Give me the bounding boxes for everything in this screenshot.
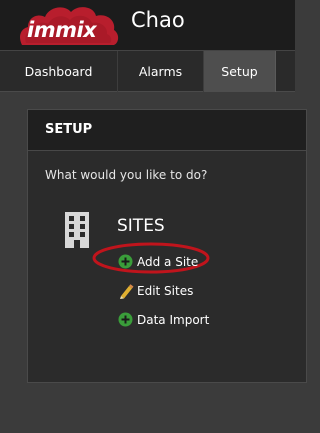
nav-more	[276, 51, 295, 92]
main-nav: Dashboard Alarms Setup	[0, 50, 295, 92]
add-site-label: Add a Site	[137, 255, 199, 269]
plus-circle-icon	[118, 312, 133, 331]
plus-circle-icon	[118, 254, 133, 273]
edit-sites-label: Edit Sites	[137, 284, 194, 298]
tab-alarms[interactable]: Alarms	[118, 51, 204, 92]
tab-dashboard[interactable]: Dashboard	[0, 51, 118, 92]
tab-setup[interactable]: Setup	[204, 51, 276, 92]
sites-heading: SITES	[117, 216, 165, 236]
panel-header: SETUP	[28, 110, 306, 151]
username: Chao	[131, 8, 185, 32]
top-header: immix Chao	[0, 0, 295, 50]
building-icon	[62, 212, 92, 252]
panel-title: SETUP	[45, 122, 93, 137]
pencil-icon	[118, 283, 134, 303]
setup-panel: SETUP What would you like to do? SITES A…	[27, 109, 307, 383]
setup-prompt: What would you like to do?	[45, 168, 208, 182]
data-import-label: Data Import	[137, 313, 210, 327]
immix-logo[interactable]: immix	[18, 3, 120, 47]
logo-text: immix	[27, 18, 97, 42]
